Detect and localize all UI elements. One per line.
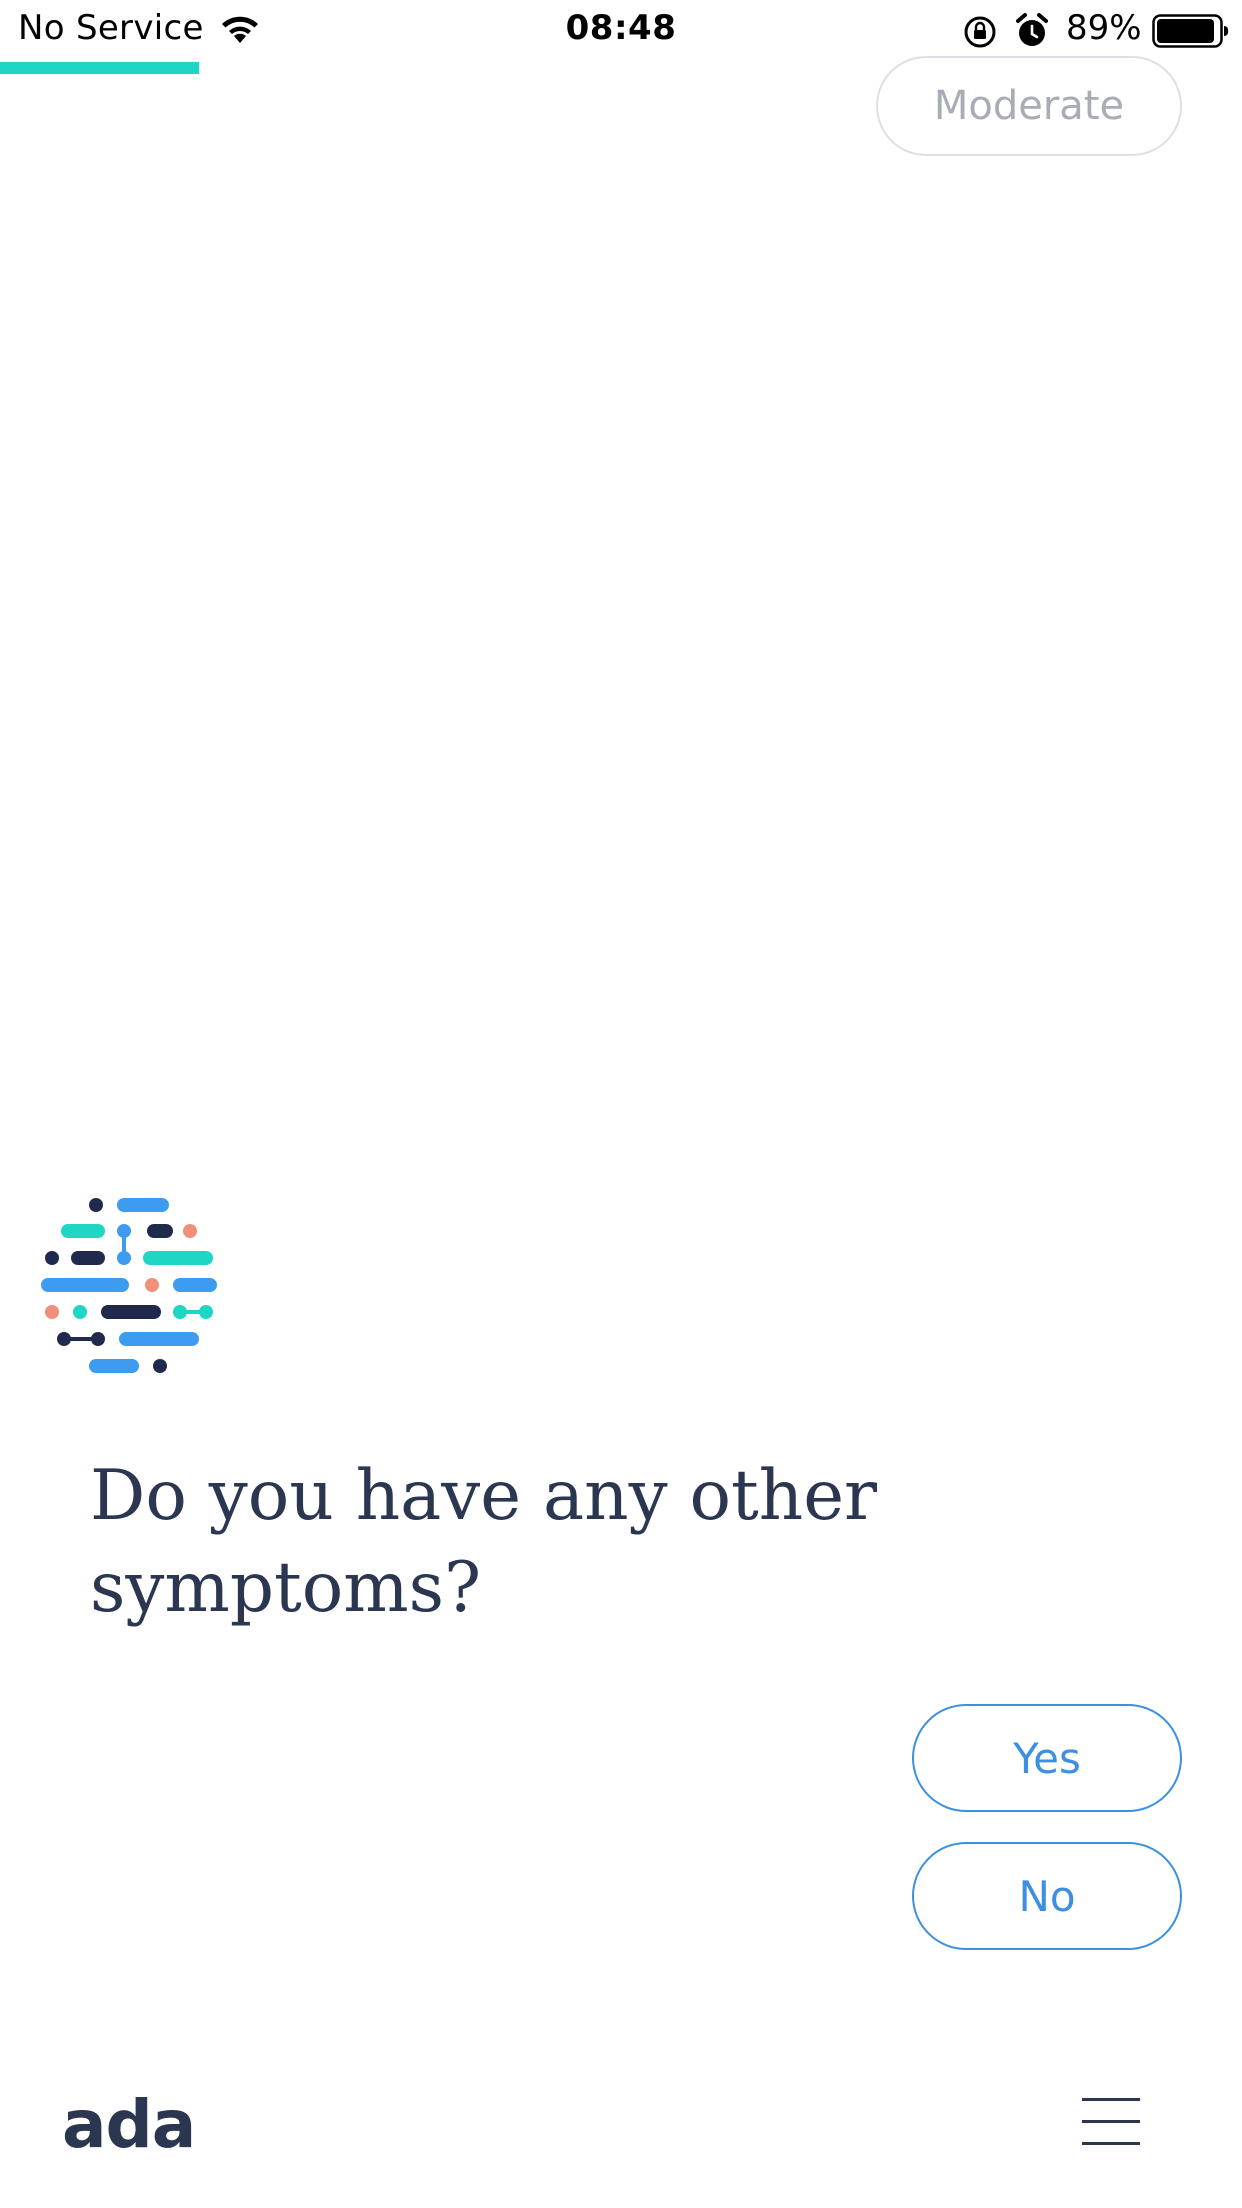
menu-line (1082, 2098, 1140, 2101)
orientation-lock-icon (964, 16, 996, 48)
hamburger-menu-icon[interactable] (1082, 2096, 1140, 2146)
status-bar: No Service 08:48 89% (0, 0, 1242, 62)
previous-answer-label: Moderate (933, 83, 1125, 129)
previous-answer-bubble: Moderate (876, 56, 1182, 156)
yes-button[interactable]: Yes (912, 1704, 1182, 1812)
ada-logo: ada (62, 2086, 196, 2163)
question-text: Do you have any other symptoms? (90, 1456, 878, 1628)
alarm-icon (1016, 13, 1048, 46)
progress-fill (0, 62, 199, 74)
menu-line (1082, 2120, 1140, 2123)
battery-percent: 89% (1066, 8, 1142, 48)
no-button[interactable]: No (912, 1842, 1182, 1950)
battery-icon (1152, 14, 1229, 48)
ada-avatar-icon (41, 1198, 217, 1373)
menu-line (1082, 2142, 1140, 2145)
clock-time: 08:48 (565, 8, 677, 48)
